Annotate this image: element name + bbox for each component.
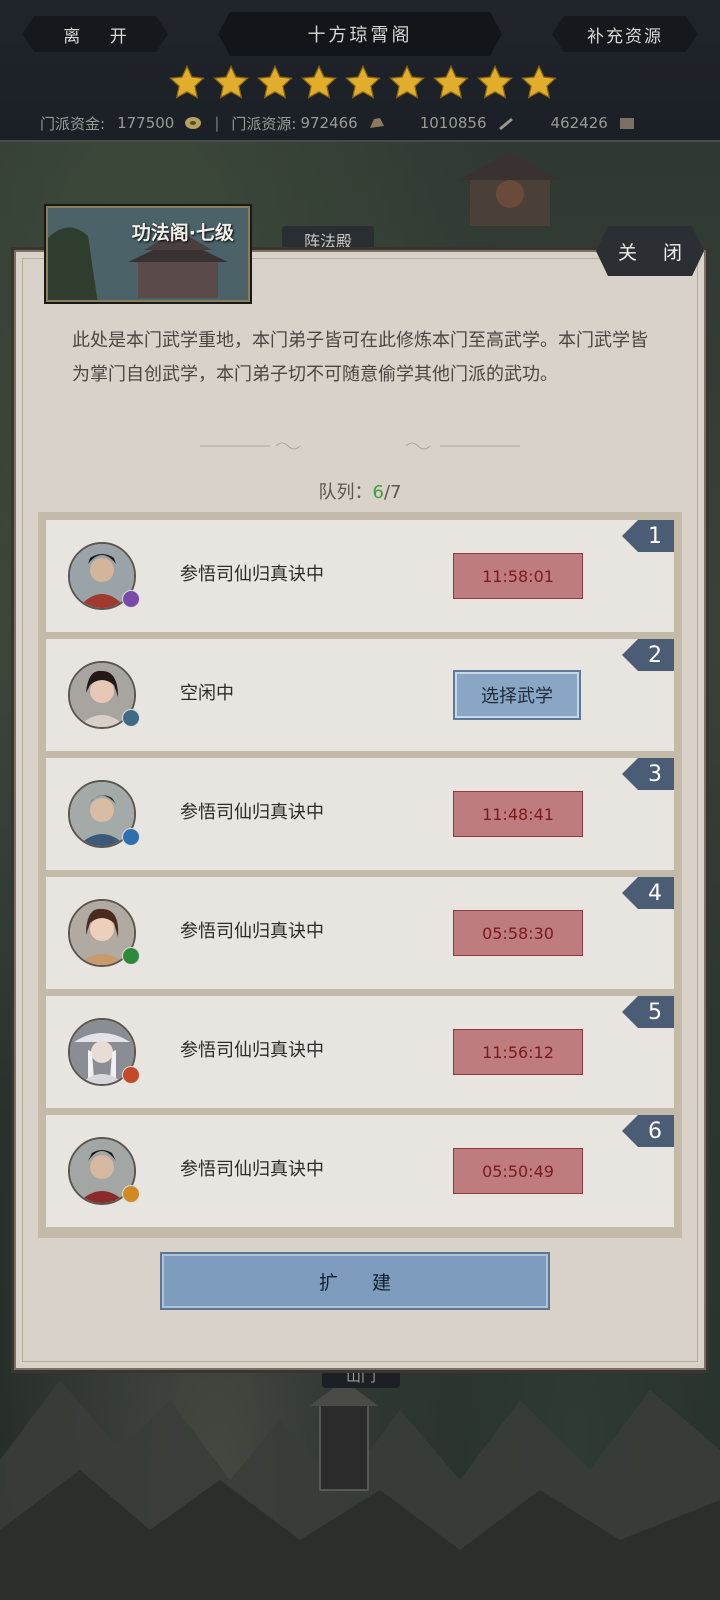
star-icon xyxy=(433,64,469,99)
slot-status: 参悟司仙归真诀中 xyxy=(180,564,324,585)
ore-icon xyxy=(369,118,384,128)
star-icon xyxy=(301,64,337,99)
funds-value: 177500 xyxy=(117,114,175,132)
slot-number: 6 xyxy=(622,1115,674,1147)
slot-number: 4 xyxy=(622,877,674,909)
choose-skill-button[interactable]: 选择武学 xyxy=(453,670,581,720)
queue-slot-3[interactable]: 参悟司仙归真诀中 11:48:41 3 xyxy=(46,758,674,870)
slot-number: 3 xyxy=(622,758,674,790)
coin-icon xyxy=(185,117,202,129)
resource-bar: 门派资金: 177500 | 门派资源: 972466 1010856 4624… xyxy=(40,112,680,134)
resource-value-3: 1010856 xyxy=(419,114,487,132)
slot-status: 参悟司仙归真诀中 xyxy=(180,802,324,823)
close-button[interactable]: 关 闭 xyxy=(596,226,704,276)
queue-total: /7 xyxy=(383,482,402,503)
queue-slot-1[interactable]: 参悟司仙归真诀中 11:58:01 1 xyxy=(46,520,674,632)
slot-status: 空闲中 xyxy=(180,683,234,704)
building-header-card: 功法阁·七级 xyxy=(46,206,250,302)
ornament-divider xyxy=(200,442,520,450)
element-badge-icon xyxy=(122,947,140,965)
queue-slot-4[interactable]: 参悟司仙归真诀中 05:58:30 4 xyxy=(46,877,674,989)
slot-status: 参悟司仙归真诀中 xyxy=(180,1040,324,1061)
queue-slot-6[interactable]: 参悟司仙归真诀中 05:50:49 6 xyxy=(46,1115,674,1227)
element-badge-icon xyxy=(122,709,140,727)
star-icon xyxy=(257,64,293,99)
star-rating xyxy=(167,64,559,102)
element-badge-icon xyxy=(122,1066,140,1084)
slot-status: 参悟司仙归真诀中 xyxy=(180,921,324,942)
pavilion-decoration xyxy=(460,152,560,226)
supply-resources-button[interactable]: 补充资源 xyxy=(552,16,698,52)
funds-label: 门派资金: xyxy=(40,114,106,133)
resources-value: 972466 xyxy=(300,114,358,132)
sect-title: 十方琼霄阁 xyxy=(218,12,502,56)
slot-timer[interactable]: 05:50:49 xyxy=(453,1148,583,1194)
slot-timer[interactable]: 11:58:01 xyxy=(453,553,583,599)
star-icon xyxy=(345,64,381,99)
slot-timer[interactable]: 11:56:12 xyxy=(453,1029,583,1075)
star-icon xyxy=(169,64,205,99)
book-icon xyxy=(619,118,634,129)
resources-label: 门派资源: xyxy=(231,114,297,133)
slot-timer[interactable]: 05:58:30 xyxy=(453,910,583,956)
queue-current: 6 xyxy=(372,482,384,503)
slot-number: 1 xyxy=(622,520,674,552)
top-bar: 离 开 十方琼霄阁 补充资源 门派资金: 177500 | 门派资源: 9724… xyxy=(0,0,720,142)
expand-button[interactable]: 扩 建 xyxy=(162,1254,548,1308)
leave-button[interactable]: 离 开 xyxy=(22,16,168,52)
slot-timer[interactable]: 11:48:41 xyxy=(453,791,583,837)
star-icon xyxy=(213,64,249,99)
slot-status: 参悟司仙归真诀中 xyxy=(180,1159,324,1180)
queue-indicator: 队列：6/7 xyxy=(0,478,720,504)
building-description: 此处是本门武学重地，本门弟子皆可在此修炼本门至高武学。本门武学皆为掌门自创武学，… xyxy=(72,330,648,385)
queue-label: 队列： xyxy=(318,482,373,503)
slot-number: 2 xyxy=(622,639,674,671)
element-badge-icon xyxy=(122,1185,140,1203)
training-queue-list: 参悟司仙归真诀中 11:58:01 1 空闲中 选择武学 2 参悟司仙归真诀中 … xyxy=(38,512,682,1238)
building-title: 功法阁·七级 xyxy=(131,222,234,244)
element-badge-icon xyxy=(122,590,140,608)
slot-number: 5 xyxy=(622,996,674,1028)
resource-value-4: 462426 xyxy=(550,114,608,132)
separator: | xyxy=(214,114,220,132)
sword-icon xyxy=(498,118,513,130)
star-icon xyxy=(521,64,557,99)
element-badge-icon xyxy=(122,828,140,846)
star-icon xyxy=(477,64,513,99)
queue-slot-5[interactable]: 参悟司仙归真诀中 11:56:12 5 xyxy=(46,996,674,1108)
queue-slot-2[interactable]: 空闲中 选择武学 2 xyxy=(46,639,674,751)
star-icon xyxy=(389,64,425,99)
